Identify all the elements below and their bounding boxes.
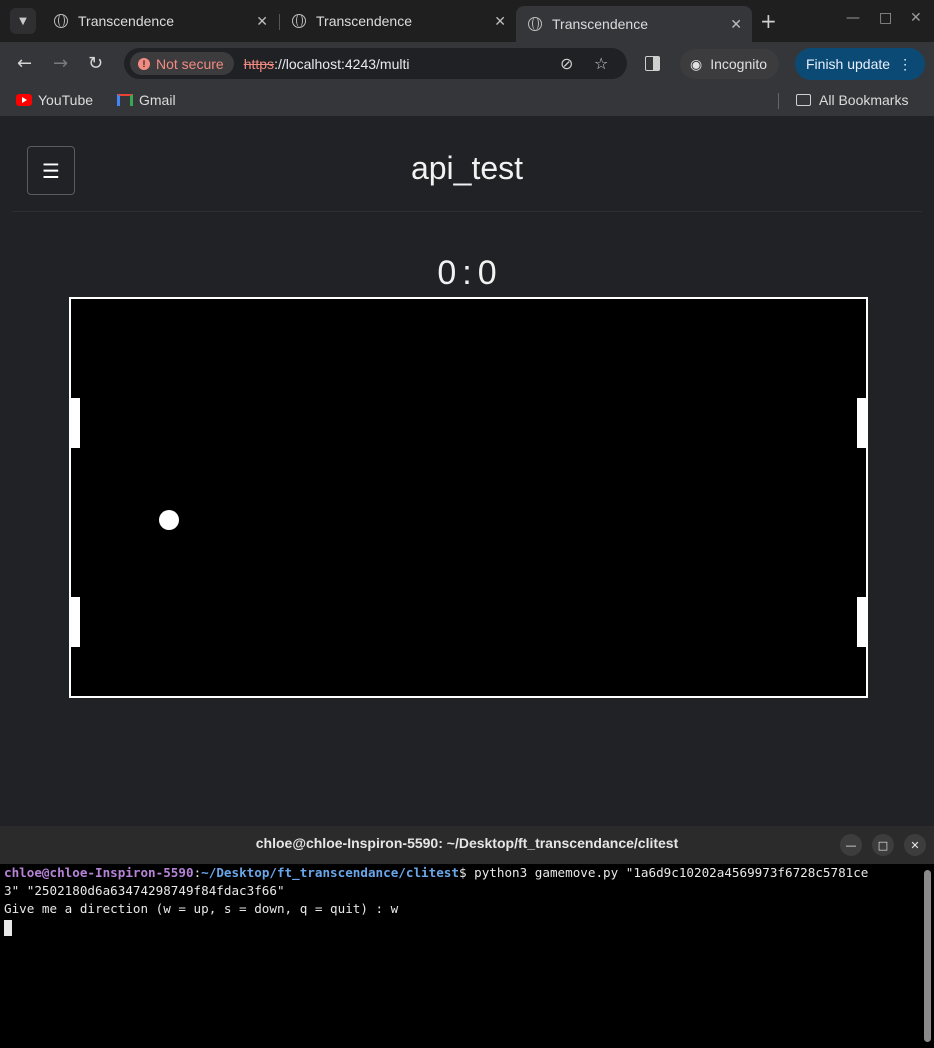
bookmarks-separator: [778, 93, 779, 109]
url-text[interactable]: https://localhost:4243/multi: [244, 56, 410, 72]
terminal-close-icon[interactable]: ✕: [904, 834, 926, 856]
tab-title: Transcendence: [316, 13, 412, 29]
terminal-minimize-icon[interactable]: —: [840, 834, 862, 856]
globe-icon: [54, 14, 68, 28]
side-panel-icon[interactable]: [645, 56, 660, 71]
right-paddle-top: [857, 398, 868, 448]
prompt-user: chloe@chloe-Inspiron-5590: [4, 865, 194, 880]
page-title: api_test: [410, 150, 524, 186]
terminal-titlebar[interactable]: chloe@chloe-Inspiron-5590: ~/Desktop/ft_…: [0, 826, 934, 864]
terminal-command-wrap: 3" "2502180d6a63474298749f84fdac3f66": [4, 883, 285, 898]
close-icon[interactable]: ✕: [494, 13, 506, 30]
window-minimize-icon[interactable]: —: [846, 10, 860, 26]
incognito-chip[interactable]: ◉ Incognito: [680, 49, 780, 79]
bookmark-gmail[interactable]: Gmail: [117, 92, 176, 108]
url-scheme: https: [243, 55, 275, 72]
terminal-cursor-line: [4, 918, 912, 936]
youtube-icon: [16, 94, 32, 106]
left-paddle-top: [69, 398, 80, 448]
terminal-title: chloe@chloe-Inspiron-5590: ~/Desktop/ft_…: [255, 835, 679, 851]
text-cursor: [4, 919, 12, 936]
command-text: python3 gamemove.py "1a6d9c10202a4569973…: [474, 865, 869, 880]
window-close-icon[interactable]: ✕: [910, 10, 922, 26]
prompt-dollar: $: [458, 865, 475, 880]
bookmark-star-icon[interactable]: ☆: [594, 54, 608, 73]
bookmarks-bar: YouTube Gmail All Bookmarks: [0, 86, 934, 116]
bookmark-youtube[interactable]: YouTube: [16, 92, 93, 108]
globe-icon: [292, 14, 306, 28]
not-secure-chip[interactable]: ! Not secure: [130, 52, 234, 75]
reload-icon[interactable]: ↻: [88, 53, 103, 74]
all-bookmarks[interactable]: All Bookmarks: [796, 92, 908, 108]
gmail-icon: [117, 94, 133, 106]
tab-search-chevron-icon[interactable]: ▼: [10, 8, 36, 34]
finish-update-label: Finish update: [806, 56, 891, 72]
right-paddle-bottom: [857, 597, 868, 647]
terminal-command-line: chloe@chloe-Inspiron-5590:~/Desktop/ft_t…: [4, 864, 912, 882]
header-divider: [12, 211, 922, 212]
web-page: ☰ api_test 0:0: [0, 116, 934, 826]
incognito-icon: ◉: [690, 55, 703, 72]
score-right: 0: [477, 254, 497, 292]
globe-icon: [528, 17, 542, 31]
terminal-output-line: Give me a direction (w = up, s = down, q…: [4, 901, 399, 916]
score-separator: :: [462, 254, 472, 292]
terminal-maximize-icon[interactable]: □: [872, 834, 894, 856]
address-bar[interactable]: ! Not secure https://localhost:4243/mult…: [124, 48, 627, 79]
new-tab-plus-icon[interactable]: +: [760, 9, 777, 33]
security-label: Not secure: [156, 55, 224, 72]
warning-icon: !: [138, 57, 150, 70]
browser-tab-1[interactable]: Transcendence ✕: [42, 6, 278, 36]
eye-slash-icon[interactable]: ⊘: [560, 54, 573, 73]
window-maximize-icon[interactable]: □: [879, 10, 892, 26]
pong-court[interactable]: [69, 297, 868, 698]
back-arrow-icon[interactable]: ←: [17, 53, 32, 74]
score-left: 0: [437, 254, 457, 292]
close-icon[interactable]: ✕: [256, 13, 268, 30]
browser-tab-3-active[interactable]: Transcendence ✕: [516, 6, 752, 42]
bookmark-label: Gmail: [139, 92, 176, 108]
bookmark-label: YouTube: [38, 92, 94, 108]
all-bookmarks-label: All Bookmarks: [819, 92, 909, 108]
browser-tab-strip: ▼ Transcendence ✕ Transcendence ✕ Transc…: [0, 0, 934, 42]
tab-title: Transcendence: [78, 13, 174, 29]
terminal-output[interactable]: chloe@chloe-Inspiron-5590:~/Desktop/ft_t…: [0, 864, 934, 1048]
scoreboard: 0:0: [0, 254, 934, 293]
finish-update-button[interactable]: Finish update ⋮: [795, 48, 925, 80]
prompt-path: ~/Desktop/ft_transcendance/clitest: [201, 865, 459, 880]
browser-tab-2[interactable]: Transcendence ✕: [280, 6, 516, 36]
more-vertical-icon[interactable]: ⋮: [898, 56, 912, 73]
incognito-label: Incognito: [710, 56, 768, 72]
terminal-scrollbar[interactable]: [924, 870, 931, 1042]
tab-title: Transcendence: [552, 16, 648, 32]
pong-ball: [159, 510, 179, 530]
url-rest: ://localhost:4243/multi: [274, 55, 410, 72]
left-paddle-bottom: [69, 597, 80, 647]
close-icon[interactable]: ✕: [730, 16, 742, 33]
folder-icon: [796, 94, 811, 106]
browser-toolbar: ← → ↻ ! Not secure https://localhost:424…: [0, 42, 934, 86]
forward-arrow-icon[interactable]: →: [53, 53, 68, 74]
